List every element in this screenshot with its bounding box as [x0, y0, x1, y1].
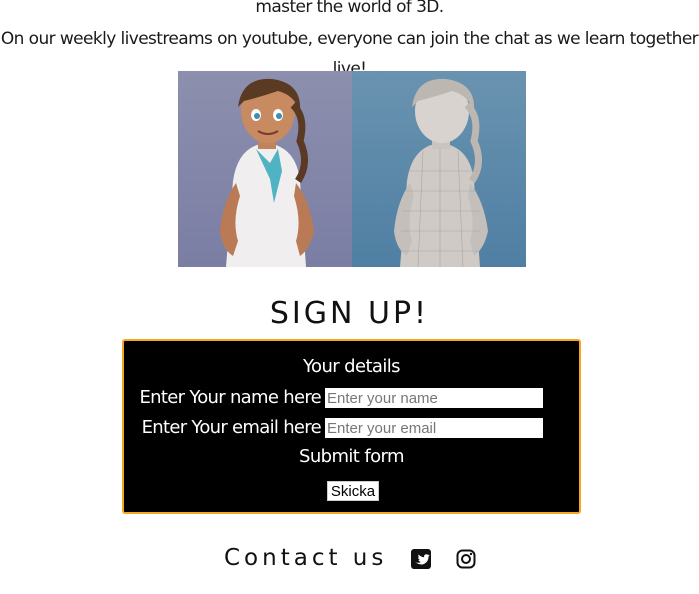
form-legend: Your details	[303, 356, 401, 377]
twitter-icon[interactable]	[410, 548, 432, 570]
hero-image	[178, 71, 526, 267]
name-input[interactable]	[325, 388, 543, 408]
intro-line-1: master the world of 3D.	[255, 0, 444, 17]
character-illustration	[220, 78, 488, 267]
signup-form: Your details Enter Your name here Enter …	[122, 339, 581, 514]
contact-section: Contact us	[0, 544, 699, 576]
name-label: Enter Your name here	[139, 387, 321, 408]
contact-title: Contact us	[224, 545, 388, 571]
signup-title: SIGN UP!	[269, 296, 430, 331]
email-row: Enter Your email here	[124, 417, 579, 441]
instagram-icon[interactable]	[455, 548, 477, 570]
submit-title: Submit form	[299, 446, 405, 467]
name-row: Enter Your name here	[124, 387, 579, 411]
submit-button[interactable]: Skicka	[327, 481, 379, 501]
email-label: Enter Your email here	[141, 417, 322, 438]
email-input[interactable]	[325, 418, 543, 438]
